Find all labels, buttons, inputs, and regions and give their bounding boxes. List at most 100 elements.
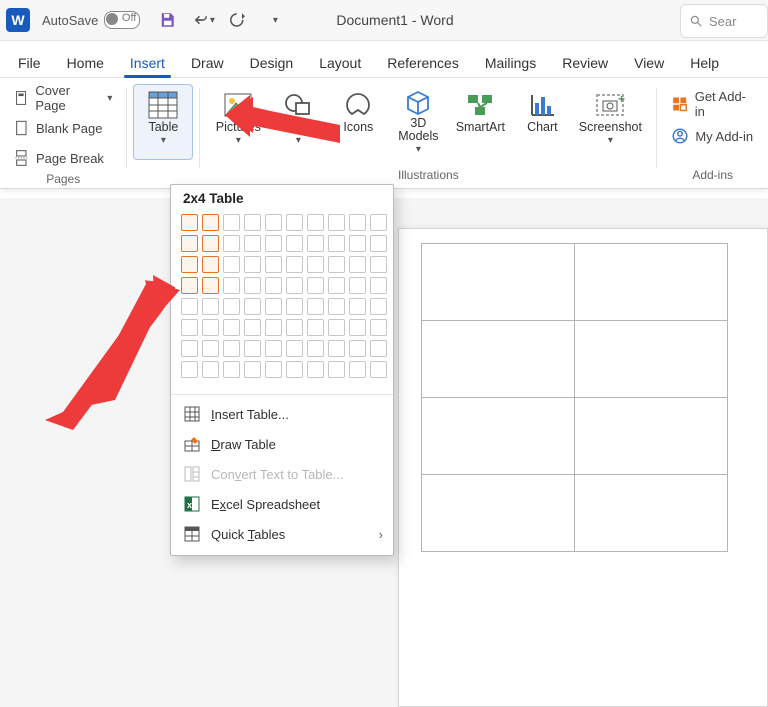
grid-cell[interactable] — [202, 340, 219, 357]
grid-cell[interactable] — [370, 319, 387, 336]
grid-cell[interactable] — [265, 340, 282, 357]
page-break-button[interactable]: Page Break — [10, 144, 108, 172]
tab-references[interactable]: References — [383, 51, 463, 77]
grid-cell[interactable] — [370, 277, 387, 294]
grid-cell[interactable] — [328, 235, 345, 252]
grid-cell[interactable] — [202, 214, 219, 231]
grid-cell[interactable] — [328, 361, 345, 378]
tab-review[interactable]: Review — [558, 51, 612, 77]
grid-cell[interactable] — [181, 235, 198, 252]
save-icon[interactable] — [152, 5, 182, 35]
grid-cell[interactable] — [223, 235, 240, 252]
tab-draw[interactable]: Draw — [187, 51, 228, 77]
grid-cell[interactable] — [349, 214, 366, 231]
grid-cell[interactable] — [181, 361, 198, 378]
get-addins-button[interactable]: Get Add-in — [667, 90, 758, 118]
grid-cell[interactable] — [202, 277, 219, 294]
grid-cell[interactable] — [265, 235, 282, 252]
shapes-button[interactable]: Shapes▾ — [270, 84, 326, 160]
table-button[interactable]: Table ▾ — [133, 84, 193, 160]
grid-cell[interactable] — [370, 235, 387, 252]
table-size-grid[interactable] — [171, 212, 393, 390]
grid-cell[interactable] — [223, 214, 240, 231]
grid-cell[interactable] — [349, 340, 366, 357]
grid-cell[interactable] — [181, 214, 198, 231]
grid-cell[interactable] — [265, 298, 282, 315]
tab-insert[interactable]: Insert — [126, 51, 169, 77]
grid-cell[interactable] — [223, 319, 240, 336]
tab-view[interactable]: View — [630, 51, 668, 77]
insert-table-menu-item[interactable]: Insert Table... — [171, 399, 393, 429]
grid-cell[interactable] — [370, 340, 387, 357]
grid-cell[interactable] — [349, 319, 366, 336]
tab-layout[interactable]: Layout — [315, 51, 365, 77]
grid-cell[interactable] — [265, 214, 282, 231]
grid-cell[interactable] — [265, 361, 282, 378]
tab-file[interactable]: File — [14, 51, 45, 77]
document-page[interactable] — [398, 228, 768, 707]
icons-button[interactable]: Icons — [330, 84, 386, 160]
undo-icon[interactable]: ▾ — [188, 5, 218, 35]
grid-cell[interactable] — [265, 277, 282, 294]
grid-cell[interactable] — [265, 319, 282, 336]
grid-cell[interactable] — [307, 361, 324, 378]
grid-cell[interactable] — [244, 277, 261, 294]
grid-cell[interactable] — [202, 235, 219, 252]
grid-cell[interactable] — [370, 214, 387, 231]
grid-cell[interactable] — [202, 256, 219, 273]
grid-cell[interactable] — [244, 298, 261, 315]
grid-cell[interactable] — [328, 214, 345, 231]
grid-cell[interactable] — [244, 361, 261, 378]
grid-cell[interactable] — [286, 361, 303, 378]
search-input[interactable]: Sear — [680, 4, 768, 38]
grid-cell[interactable] — [307, 256, 324, 273]
grid-cell[interactable] — [349, 277, 366, 294]
grid-cell[interactable] — [307, 298, 324, 315]
grid-cell[interactable] — [286, 256, 303, 273]
grid-cell[interactable] — [307, 319, 324, 336]
3d-models-button[interactable]: 3D Models▾ — [390, 84, 446, 160]
preview-table[interactable] — [421, 243, 728, 552]
grid-cell[interactable] — [349, 298, 366, 315]
grid-cell[interactable] — [286, 235, 303, 252]
grid-cell[interactable] — [286, 298, 303, 315]
grid-cell[interactable] — [223, 256, 240, 273]
toggle-switch-icon[interactable]: Off — [104, 11, 140, 29]
my-addins-button[interactable]: My Add-in — [667, 122, 757, 150]
grid-cell[interactable] — [223, 277, 240, 294]
pictures-button[interactable]: Pictures▾ — [210, 84, 266, 160]
blank-page-button[interactable]: Blank Page — [10, 114, 107, 142]
qat-overflow-icon[interactable]: ▾ — [260, 5, 290, 35]
quick-tables-menu-item[interactable]: Quick Tables › — [171, 519, 393, 549]
grid-cell[interactable] — [286, 340, 303, 357]
grid-cell[interactable] — [286, 277, 303, 294]
grid-cell[interactable] — [181, 256, 198, 273]
grid-cell[interactable] — [181, 340, 198, 357]
grid-cell[interactable] — [181, 277, 198, 294]
grid-cell[interactable] — [307, 235, 324, 252]
grid-cell[interactable] — [244, 319, 261, 336]
grid-cell[interactable] — [244, 235, 261, 252]
chart-button[interactable]: Chart — [514, 84, 570, 160]
tab-help[interactable]: Help — [686, 51, 723, 77]
grid-cell[interactable] — [202, 319, 219, 336]
grid-cell[interactable] — [307, 340, 324, 357]
grid-cell[interactable] — [181, 319, 198, 336]
grid-cell[interactable] — [223, 298, 240, 315]
grid-cell[interactable] — [328, 256, 345, 273]
smartart-button[interactable]: SmartArt — [450, 84, 510, 160]
redo-icon[interactable] — [224, 5, 254, 35]
grid-cell[interactable] — [307, 214, 324, 231]
grid-cell[interactable] — [328, 340, 345, 357]
grid-cell[interactable] — [370, 256, 387, 273]
grid-cell[interactable] — [244, 340, 261, 357]
grid-cell[interactable] — [286, 319, 303, 336]
autosave-toggle[interactable]: AutoSave Off — [36, 9, 146, 31]
grid-cell[interactable] — [202, 361, 219, 378]
grid-cell[interactable] — [307, 277, 324, 294]
grid-cell[interactable] — [349, 235, 366, 252]
grid-cell[interactable] — [265, 256, 282, 273]
screenshot-button[interactable]: + Screenshot▾ — [574, 84, 646, 160]
grid-cell[interactable] — [370, 361, 387, 378]
tab-design[interactable]: Design — [246, 51, 298, 77]
